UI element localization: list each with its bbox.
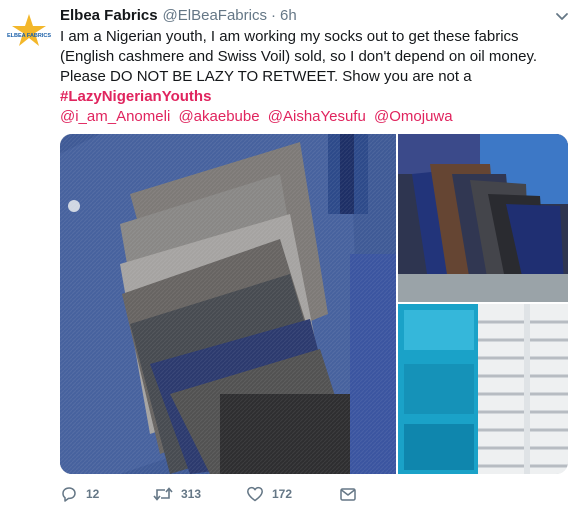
hashtag-link[interactable]: #LazyNigerianYouths [60, 88, 211, 105]
envelope-icon [340, 488, 356, 501]
timestamp[interactable]: 6h [280, 6, 297, 26]
reply-icon [62, 487, 76, 502]
display-name[interactable]: Elbea Fabrics [60, 6, 158, 26]
tweet-actions: 12 313 172 [60, 484, 357, 504]
heart-icon [247, 486, 263, 502]
reply-button[interactable]: 12 [60, 484, 153, 504]
avatar[interactable]: ELBEA FABRICS [6, 10, 52, 56]
retweet-count: 313 [181, 487, 202, 501]
reply-count: 12 [86, 487, 100, 501]
tweet-body-text: I am a Nigerian youth, I am working my s… [60, 28, 538, 85]
separator-dot: · [270, 7, 276, 24]
direct-message-button[interactable] [339, 486, 357, 502]
like-button[interactable]: 172 [246, 484, 339, 504]
mention-link[interactable]: @Omojuwa [374, 108, 453, 125]
tweet: Elbea Fabrics @ElBeaFabrics · 6h I am a … [60, 6, 570, 127]
retweet-button[interactable]: 313 [153, 484, 246, 504]
tweet-text: I am a Nigerian youth, I am working my s… [60, 27, 570, 127]
mention-link[interactable]: @akaebube [178, 108, 259, 125]
logo-text: ELBEA FABRICS [7, 33, 51, 39]
fabric-photo-main[interactable] [60, 134, 396, 474]
like-count: 172 [272, 487, 293, 501]
mentions-line: @i_am_Anomeli @akaebube @AishaYesufu @Om… [60, 107, 570, 127]
tweet-header: Elbea Fabrics @ElBeaFabrics · 6h [60, 6, 570, 26]
mention-link[interactable]: @i_am_Anomeli [60, 108, 170, 125]
user-handle[interactable]: @ElBeaFabrics [163, 6, 267, 26]
media-grid [60, 134, 568, 474]
fabric-photo-voile[interactable] [398, 304, 568, 474]
mention-link[interactable]: @AishaYesufu [268, 108, 366, 125]
fabric-photo-swatches[interactable] [398, 134, 568, 302]
elbea-logo-icon: ELBEA FABRICS [6, 10, 52, 56]
retweet-icon [153, 487, 173, 501]
chevron-down-icon[interactable] [554, 10, 570, 24]
